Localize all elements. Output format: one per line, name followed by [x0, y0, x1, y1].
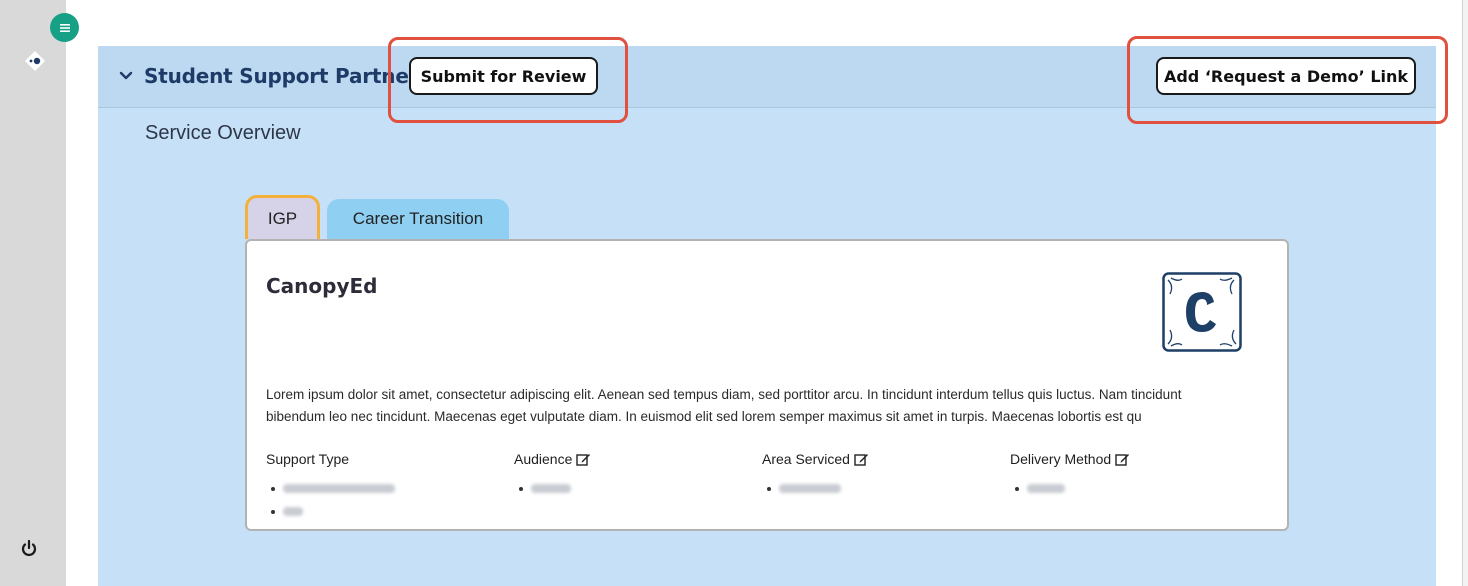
attribute-label: Area Serviced [762, 451, 850, 467]
add-request-demo-link-button[interactable]: Add ‘Request a Demo’ Link [1156, 57, 1416, 95]
chevron-down-icon[interactable] [118, 68, 134, 84]
partner-card: CanopyEd C Lorem ipsum dolor sit amet, c… [245, 239, 1289, 531]
attribute-label: Delivery Method [1010, 451, 1112, 467]
edit-icon[interactable] [576, 452, 591, 466]
submit-for-review-button[interactable]: Submit for Review [409, 57, 598, 95]
list-item [514, 477, 754, 500]
list-item [1010, 477, 1250, 500]
list-item [266, 477, 506, 500]
attribute-area-serviced: Area Serviced [762, 451, 1002, 500]
partner-logo: C [1162, 272, 1242, 352]
menu-icon[interactable] [50, 13, 79, 42]
panel-title: Student Support Partner [144, 64, 419, 88]
edit-icon[interactable] [1115, 452, 1130, 466]
partner-name: CanopyEd [266, 274, 378, 298]
attribute-audience: Audience [514, 451, 754, 500]
description-line: bibendum leo nec tincidunt. Maecenas ege… [266, 409, 1142, 424]
student-support-panel: Student Support Partner Submit for Revie… [98, 46, 1436, 586]
attribute-delivery-method: Delivery Method [1010, 451, 1250, 500]
attribute-label: Support Type [266, 451, 350, 467]
panel-header[interactable]: Student Support Partner Submit for Revie… [98, 46, 1436, 108]
attribute-support-type: Support Type [266, 451, 506, 523]
left-rail [0, 0, 79, 586]
power-icon[interactable] [18, 538, 40, 560]
section-title: Service Overview [145, 122, 301, 144]
tab-igp[interactable]: IGP [245, 195, 320, 239]
scrollbar[interactable] [1462, 0, 1468, 586]
app-logo-icon[interactable] [24, 50, 46, 72]
tab-career-transition[interactable]: Career Transition [327, 199, 509, 239]
description-line: Lorem ipsum dolor sit amet, consectetur … [266, 387, 1182, 402]
edit-icon[interactable] [854, 452, 869, 466]
attribute-label: Audience [514, 451, 573, 467]
list-item [762, 477, 1002, 500]
partner-description: Lorem ipsum dolor sit amet, consectetur … [266, 384, 1266, 428]
list-item [266, 500, 506, 523]
